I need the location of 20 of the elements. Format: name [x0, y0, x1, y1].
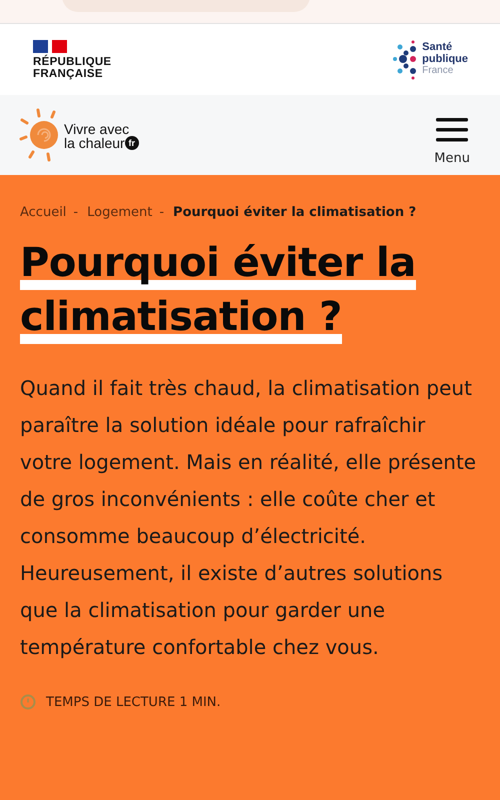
- breadcrumb-separator: -: [73, 205, 78, 220]
- clock-icon: [20, 694, 36, 710]
- logo-text: RÉPUBLIQUE: [33, 56, 112, 68]
- domain-badge: fr: [124, 136, 139, 150]
- breadcrumb-link[interactable]: Logement: [87, 205, 152, 220]
- breadcrumb-link[interactable]: Accueil: [20, 205, 66, 220]
- menu-button[interactable]: Menu: [434, 116, 470, 166]
- reading-time: TEMPS DE LECTURE 1 MIN.: [46, 694, 221, 710]
- intro-paragraph: Quand il fait très chaud, la climatisation peut paraître la solution idéale pour rafraîchir votre logement. Mais en réalité, elle présente de gros inconvénients : elle coûte cher et consomme beaucoup d’électricité. Heureusement, il existe d’autres solutions que la climatisation pour garder une température confortable chez vous.: [20, 375, 478, 661]
- dots-logo-icon: [392, 38, 418, 80]
- breadcrumb-separator: -: [159, 205, 164, 220]
- logo-text: France: [422, 65, 454, 77]
- menu-icon: [436, 116, 468, 142]
- flag-icon: [33, 40, 67, 52]
- logo-text: la chaleur: [64, 136, 125, 150]
- logo-text: Santé: [422, 42, 454, 54]
- logo-text: publique: [422, 54, 468, 66]
- logo-text: FRANÇAISE: [33, 68, 103, 80]
- logo-text: Vivre avec: [64, 122, 130, 136]
- current-page[interactable]: Pourquoi éviter la climatisation ?: [173, 205, 416, 220]
